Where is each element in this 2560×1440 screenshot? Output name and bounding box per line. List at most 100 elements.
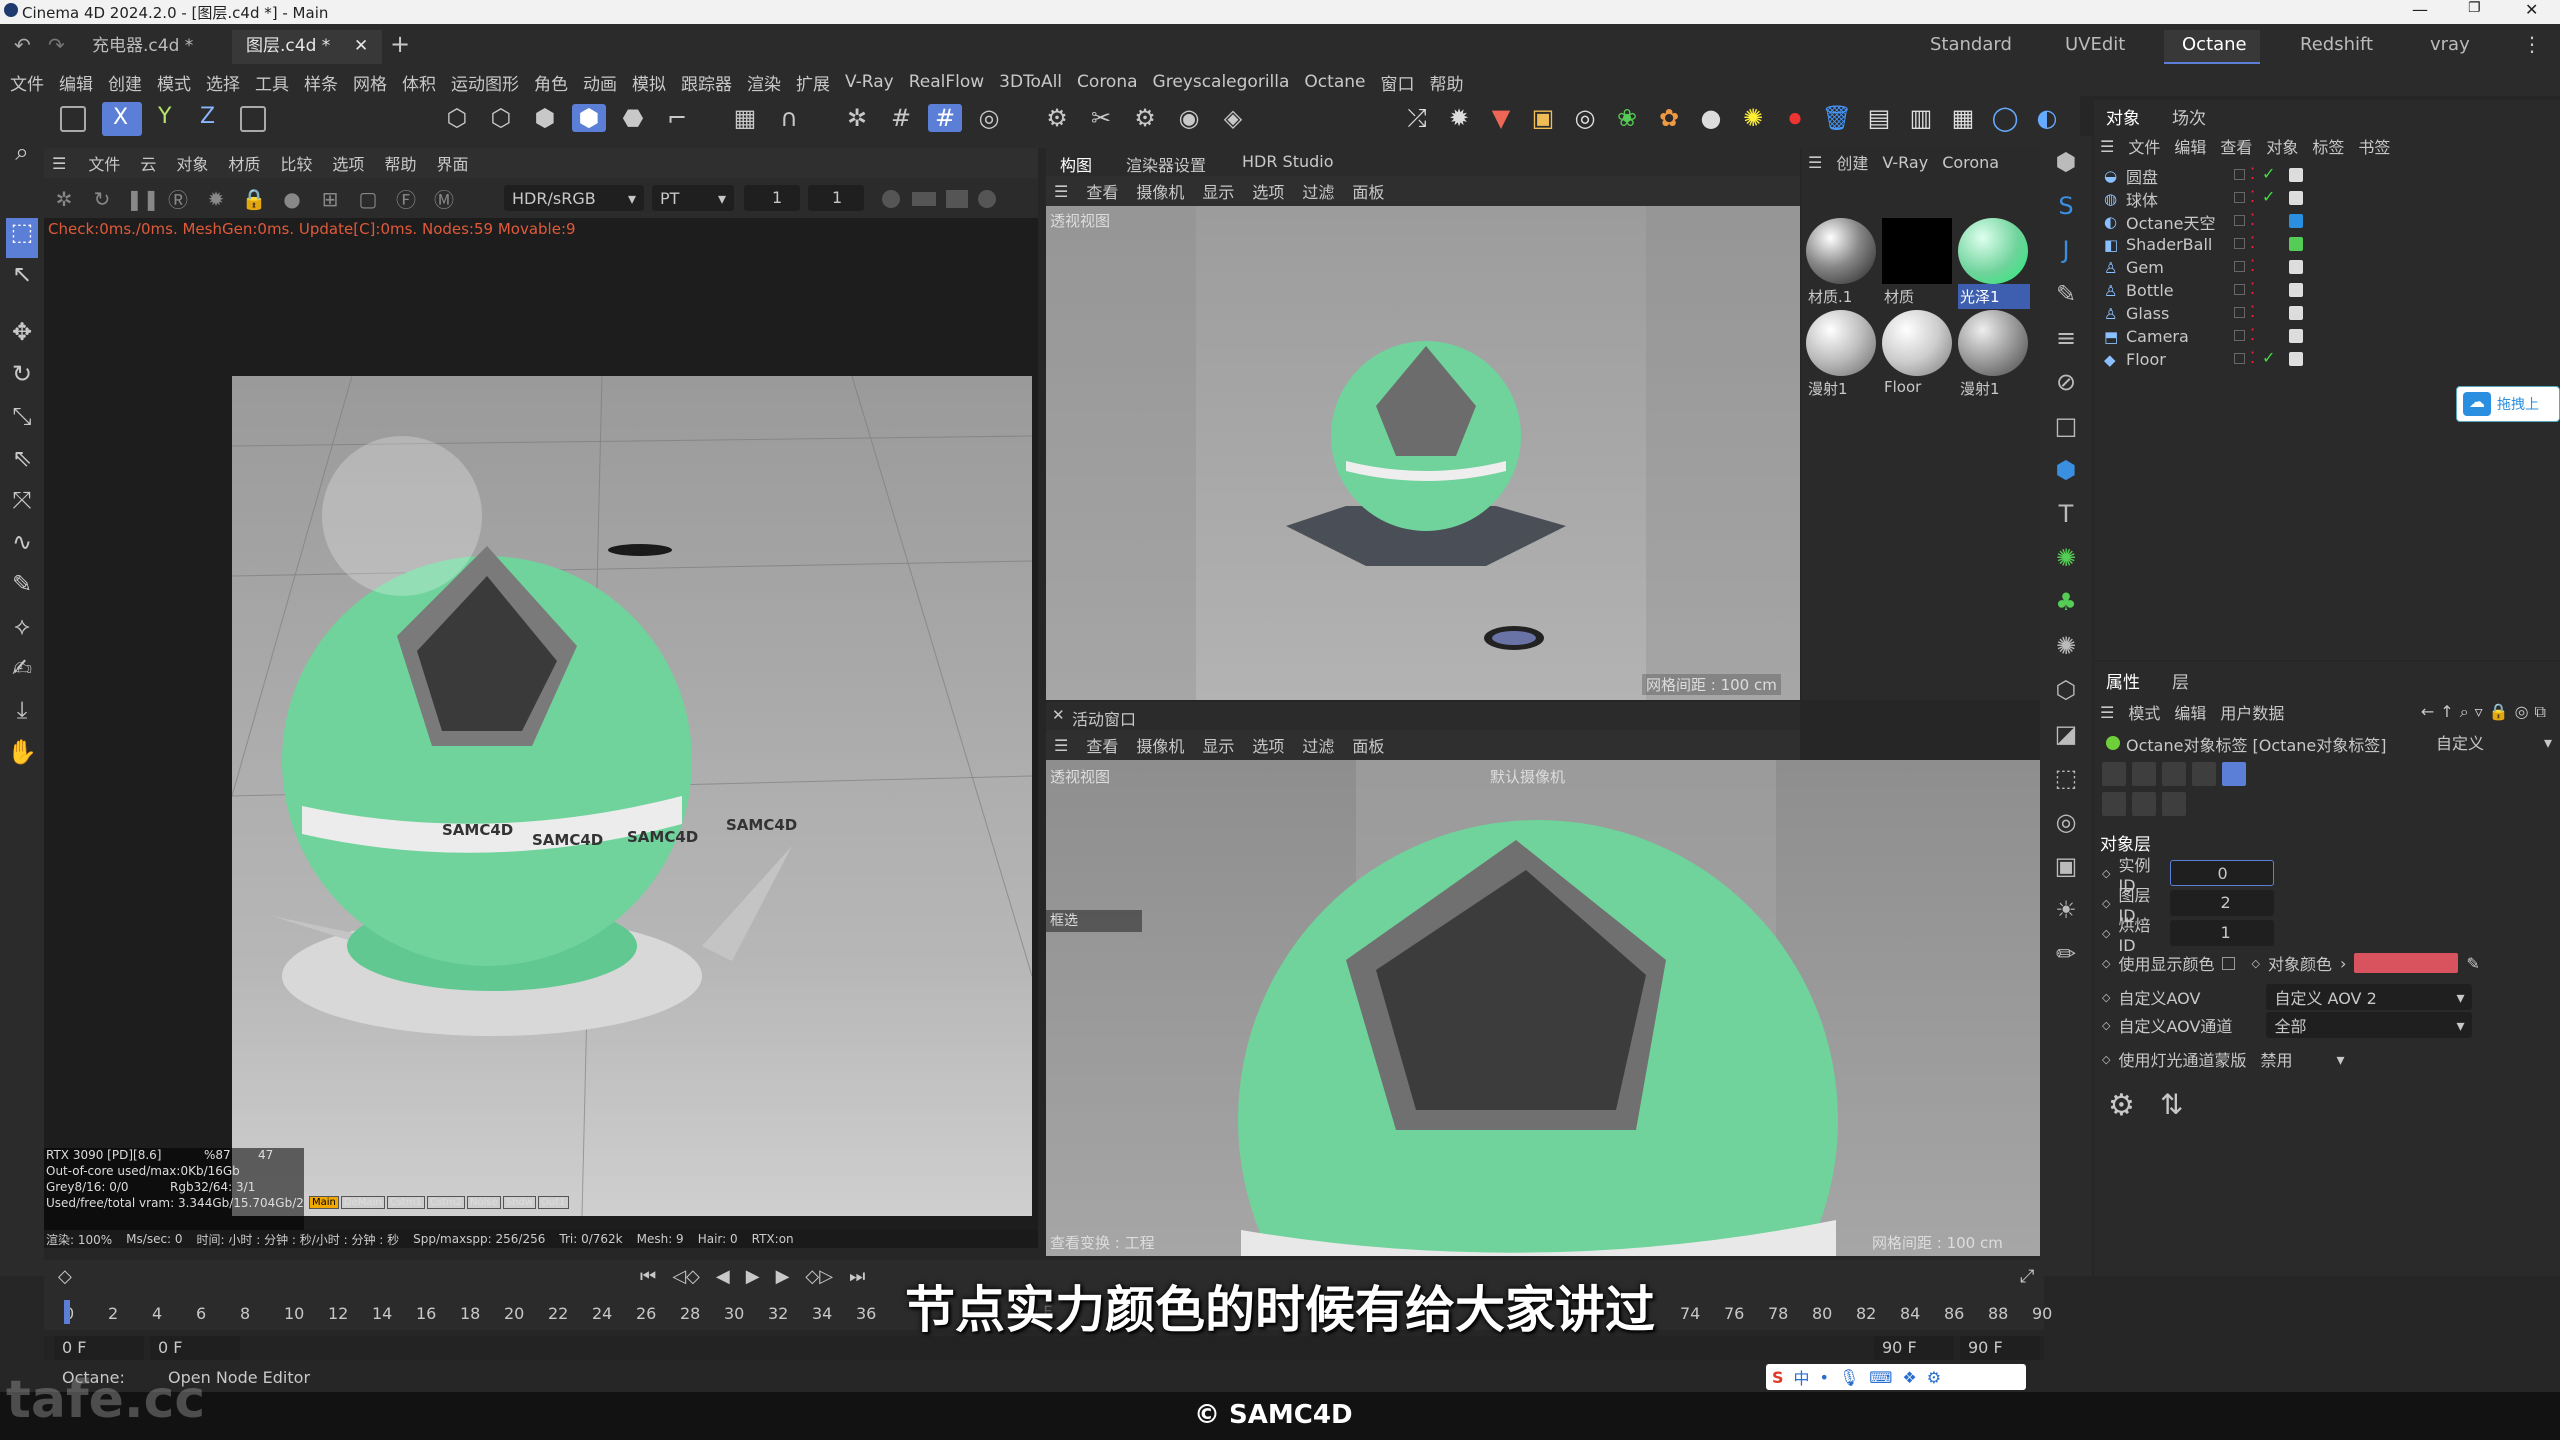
attribute-tab[interactable] — [2162, 762, 2186, 786]
pick-icon[interactable] — [978, 190, 996, 208]
cube-faces-icon[interactable]: ⬢ — [528, 104, 562, 132]
visibility-dots-icon[interactable]: ⁚ — [2250, 302, 2255, 321]
render-settings-icon[interactable]: ⚙ — [1040, 104, 1074, 132]
tag-icon[interactable] — [2289, 306, 2303, 320]
selection-mode[interactable]: 框选 — [1046, 910, 1142, 932]
object-row[interactable]: ♙ Bottle ⁚ — [2094, 279, 2560, 302]
tag-icon[interactable] — [2289, 237, 2303, 251]
layout-tab-standard[interactable]: Standard — [1930, 34, 2012, 55]
attribute-tab[interactable] — [2192, 762, 2216, 786]
skin-icon[interactable]: ❖ — [1902, 1368, 1916, 1387]
tab-objects[interactable]: 对象 — [2106, 104, 2140, 129]
hamburger-icon[interactable]: ☰ — [1054, 182, 1068, 201]
menu-item[interactable]: 编辑 — [59, 70, 93, 95]
viewport-top[interactable]: 透视视图 网格间距 : 100 cm — [1046, 206, 1800, 700]
preset-select[interactable]: 自定义 ▾ — [2430, 730, 2558, 754]
magnet-icon[interactable]: ∩ — [772, 104, 806, 132]
camera-icon[interactable]: ▣ — [2048, 852, 2084, 896]
live-viewer-menu-item[interactable]: 材质 — [228, 151, 260, 175]
object-menu-item[interactable]: 书签 — [2358, 134, 2390, 158]
cloud-upload-button[interactable]: ☁ 拖拽上 — [2456, 386, 2560, 422]
live-viewer-menu-item[interactable]: 对象 — [176, 151, 208, 175]
material-swatch[interactable]: 材质.1 — [1806, 218, 1878, 308]
attribute-tab[interactable] — [2162, 792, 2186, 816]
live-viewer-menu-item[interactable]: 文件 — [88, 151, 120, 175]
id-input[interactable]: 0 — [2170, 860, 2275, 886]
object-row[interactable]: ◐ Octane天空 ⁚ — [2094, 210, 2560, 233]
cube-solid-icon[interactable]: ⬢ — [572, 104, 606, 132]
keyframe-diamond-icon[interactable]: ◇ — [2102, 1053, 2110, 1066]
grid-icon[interactable]: # — [884, 104, 918, 132]
tab-takes[interactable]: 场次 — [2172, 104, 2206, 129]
paint-icon[interactable]: ✍ — [6, 654, 38, 694]
rotate-icon[interactable]: ↻ — [6, 360, 38, 400]
undo-icon[interactable]: ↶ — [14, 33, 31, 57]
pause-icon[interactable]: ❚❚ — [126, 187, 160, 211]
menu-item[interactable]: 渲染 — [747, 70, 781, 95]
render-pass-chip[interactable]: Cstm2 — [426, 1196, 466, 1209]
render-mode-select[interactable]: PT ▾ — [652, 185, 734, 211]
lock-icon[interactable]: 🔒 — [240, 187, 268, 211]
render-region-icon[interactable]: ◎ — [972, 104, 1006, 132]
shuffle-icon[interactable]: ⤮ — [1400, 104, 1434, 132]
render-value-2[interactable]: 1 — [808, 185, 864, 211]
layer-checkbox-icon[interactable] — [2234, 169, 2245, 180]
layer-checkbox-icon[interactable] — [2234, 284, 2245, 295]
model-mode-icon[interactable] — [60, 106, 86, 132]
layout-tab-uvedit[interactable]: UVEdit — [2065, 34, 2125, 55]
render-pass-chip[interactable]: Shdw — [502, 1196, 537, 1209]
menu-item[interactable]: 跟踪器 — [681, 70, 732, 95]
flower-icon[interactable]: ✿ — [1652, 104, 1686, 132]
id-input[interactable]: 1 — [2170, 920, 2275, 946]
trash-icon[interactable]: 🗑 — [1820, 104, 1854, 132]
lasso-icon[interactable]: ✂ — [1084, 104, 1118, 132]
layer-checkbox-icon[interactable] — [2234, 330, 2245, 341]
octane-view-icon[interactable]: ◈ — [1216, 104, 1250, 132]
visibility-dots-icon[interactable]: ⁚ — [2250, 325, 2255, 344]
hamburger-icon[interactable]: ☰ — [52, 154, 66, 173]
doc-tab-active[interactable]: 图层.c4d * ✕ — [232, 30, 382, 64]
menu-item[interactable]: 创建 — [108, 70, 142, 95]
close-tab-icon[interactable]: ✕ — [354, 30, 368, 62]
tag-icon[interactable] — [2289, 260, 2303, 274]
tag-icon[interactable] — [2289, 352, 2303, 366]
doc-tab[interactable]: 充电器.c4d * — [80, 30, 230, 64]
attribute-menu-item[interactable]: 模式 — [2128, 700, 2160, 724]
visibility-dots-icon[interactable]: ⁚ — [2250, 279, 2255, 298]
object-row[interactable]: ◒ 圆盘 ⁚ ✓ — [2094, 164, 2560, 187]
sphere-icon[interactable]: ◎ — [2048, 808, 2084, 852]
material-swatch[interactable]: Floor — [1882, 310, 1954, 400]
viewport-menu-item[interactable]: 面板 — [1352, 179, 1384, 203]
m-icon[interactable]: Ⓜ — [430, 184, 458, 213]
sun-gear-icon[interactable]: ✹ — [1442, 104, 1476, 132]
viewport-menu-item[interactable]: 选项 — [1252, 179, 1284, 203]
scale-icon[interactable]: ⤡ — [6, 402, 38, 442]
settings-icon[interactable]: ✹ — [202, 187, 230, 211]
object-menu-item[interactable]: 查看 — [2220, 134, 2252, 158]
note-icon[interactable]: ✏ — [2048, 940, 2084, 984]
coord-system-icon[interactable] — [240, 106, 266, 132]
viewport-menu-item[interactable]: 过滤 — [1302, 733, 1334, 757]
cube-blue-icon[interactable]: ⬢ — [2048, 456, 2084, 500]
keyframe-diamond-icon[interactable]: ◇ — [2251, 957, 2259, 970]
octane-ring-icon[interactable]: ◯ — [1988, 104, 2022, 132]
enabled-check-icon[interactable]: ✓ — [2262, 164, 2275, 183]
visibility-dots-icon[interactable]: ⁚ — [2250, 164, 2255, 183]
region-icon[interactable] — [912, 192, 936, 206]
live-viewer-menu-item[interactable]: 界面 — [436, 151, 468, 175]
axis-y-button[interactable]: Y — [158, 104, 171, 129]
menu-item[interactable]: 体积 — [402, 70, 436, 95]
extrude-icon[interactable]: ⤓ — [6, 696, 38, 736]
keyframe-diamond-icon[interactable]: ◇ — [2102, 1019, 2110, 1032]
object-row[interactable]: ⬒ Camera ⁚ — [2094, 325, 2560, 348]
viewport-menu-item[interactable]: 选项 — [1252, 733, 1284, 757]
tag-icon[interactable] — [2289, 191, 2303, 205]
box-icon[interactable]: ▣ — [1526, 104, 1560, 132]
cube-icon[interactable]: ⬡ — [440, 104, 474, 132]
light-icon[interactable]: ✺ — [1736, 104, 1770, 132]
viewport-menu-item[interactable]: 查看 — [1086, 179, 1118, 203]
object-menu-item[interactable]: 编辑 — [2174, 134, 2206, 158]
material-menu-item[interactable]: 创建 — [1836, 150, 1868, 174]
tag-icon[interactable] — [2289, 214, 2303, 228]
layer-checkbox-icon[interactable] — [2234, 192, 2245, 203]
